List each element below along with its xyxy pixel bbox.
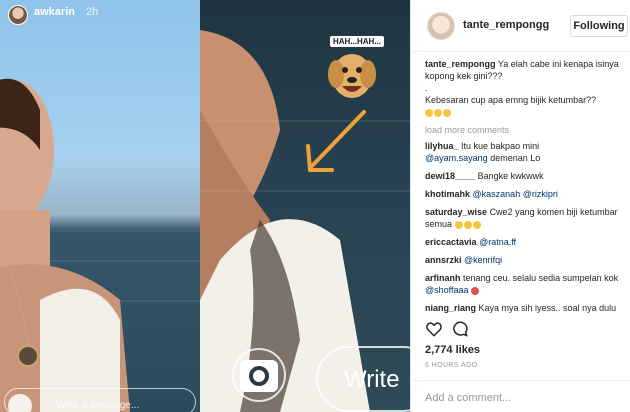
comment-mention[interactable]: @ayam.sayang (425, 153, 488, 163)
load-more-comments[interactable]: load more comments (425, 124, 625, 136)
avatar[interactable] (427, 12, 455, 40)
emoji-icon (471, 286, 480, 295)
heart-icon[interactable] (425, 320, 443, 338)
camera-icon[interactable] (8, 394, 32, 412)
comment-user[interactable]: annsrzki (425, 255, 462, 265)
emoji-icon (434, 108, 442, 117)
comment-item: dewi18____ Bangke kwkwwk (425, 170, 625, 182)
comment-mention[interactable]: @shoffaaa (425, 285, 469, 295)
camera-lens-icon (249, 366, 269, 386)
comment-text: tenang ceu. selalu sedia sumpelan kok (463, 273, 619, 283)
post-author[interactable]: tante_rempongg (463, 19, 549, 31)
comment-user[interactable]: niang_riang (425, 303, 476, 313)
person-photo (0, 78, 130, 412)
post-media[interactable]: awkarin 2h Write a message... HAH...HAH.… (0, 0, 410, 412)
arrow-icon (306, 110, 366, 172)
post-sidebar: tante_rempongg Following tante_rempongg … (410, 0, 630, 412)
comment-item: niang_riang Kaya mya sih iyess.. soal ny… (425, 302, 625, 316)
story-avatar[interactable] (8, 5, 28, 25)
story-message-placeholder: Write a message... (56, 400, 140, 411)
comment-item: ericcactavia @ratna.ff (425, 236, 625, 248)
comment-icon[interactable] (451, 320, 469, 338)
comment-mention[interactable]: @ratna.ff (479, 237, 516, 247)
comment-mention[interactable]: @kenrifqi (464, 255, 502, 265)
sea-wave (200, 190, 410, 192)
caption: tante_rempongg Ya elah cabe ini kenapa i… (425, 58, 625, 118)
write-label: Write (344, 366, 400, 393)
comment-user[interactable]: saturday_wise (425, 207, 487, 217)
following-button[interactable]: Following (570, 15, 628, 37)
story-username[interactable]: awkarin (34, 6, 75, 18)
add-comment-input[interactable] (425, 389, 625, 407)
emoji-icon (443, 108, 451, 117)
story-time: 2h (86, 6, 99, 18)
divider (411, 380, 630, 381)
emoji-icon (463, 220, 472, 229)
caption-line-3: Kebesaran cup apa emng bijik ketumbar?? (425, 95, 597, 105)
comment-list: tante_rempongg Ya elah cabe ini kenapa i… (425, 58, 625, 316)
comment-user[interactable]: ericcactavia (425, 237, 477, 247)
comment-user[interactable]: khotimahk (425, 189, 470, 199)
dog-sticker-icon (328, 54, 376, 98)
comment-item: lilyhua_ Itu kue bakpao mini @ayam.sayan… (425, 140, 625, 164)
emoji-icon (425, 108, 433, 117)
comment-item: saturday_wise Cwe2 yang komen biji ketum… (425, 206, 625, 230)
comment-mention[interactable]: @kaszanah (473, 189, 521, 199)
comment-item: annsrzki @kenrifqi (425, 254, 625, 266)
comment-text: Bangke kwkwwk (477, 171, 544, 181)
caption-author[interactable]: tante_rempongg (425, 59, 496, 69)
comment-item: khotimahk @kaszanah @rizkipri (425, 188, 625, 200)
comment-mention[interactable]: @rizkipri (523, 189, 558, 199)
likes-count[interactable]: 2,774 likes (425, 344, 480, 356)
comment-user[interactable]: arfinanh (425, 273, 461, 283)
emoji-icon (472, 220, 481, 229)
story-left-panel: awkarin 2h Write a message... (0, 0, 200, 412)
post-header: tante_rempongg Following (411, 0, 630, 52)
comment-text: demenan Lo (490, 153, 541, 163)
comment-user[interactable]: dewi18____ (425, 171, 475, 181)
comment-item: arfinanh tenang ceu. selalu sedia sumpel… (425, 272, 625, 296)
caption-line-2: . (425, 83, 428, 93)
post-timestamp: 6 HOURS AGO (425, 362, 478, 369)
comment-user[interactable]: lilyhua_ (425, 141, 459, 151)
comment-text: Itu kue bakpao mini (461, 141, 540, 151)
emoji-icon (454, 220, 463, 229)
